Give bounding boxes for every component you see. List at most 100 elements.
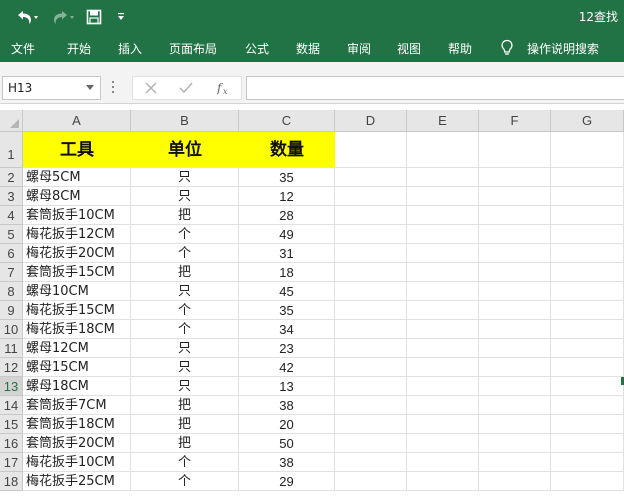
row-header-7[interactable]: 7 — [0, 263, 23, 282]
insert-function-icon[interactable]: f x — [217, 81, 231, 95]
cell-a10[interactable]: 梅花扳手18CM — [23, 320, 131, 339]
row-header-1[interactable]: 1 — [0, 132, 23, 168]
cell-g14[interactable] — [551, 396, 624, 415]
cell-c1[interactable]: 数量 — [239, 132, 335, 168]
cell-e9[interactable] — [407, 301, 479, 320]
cell-g18[interactable] — [551, 472, 624, 491]
cell-d15[interactable] — [335, 415, 407, 434]
cell-a11[interactable]: 螺母12CM — [23, 339, 131, 358]
cell-g1[interactable] — [551, 132, 624, 168]
cell-b9[interactable]: 个 — [131, 301, 239, 320]
cell-g2[interactable] — [551, 168, 624, 187]
cell-a8[interactable]: 螺母10CM — [23, 282, 131, 301]
row-header-14[interactable]: 14 — [0, 396, 23, 415]
cell-f3[interactable] — [479, 187, 551, 206]
column-header-d[interactable]: D — [335, 110, 407, 132]
cell-e6[interactable] — [407, 244, 479, 263]
row-header-18[interactable]: 18 — [0, 472, 23, 491]
cell-b18[interactable]: 个 — [131, 472, 239, 491]
cell-a17[interactable]: 梅花扳手10CM — [23, 453, 131, 472]
cell-f6[interactable] — [479, 244, 551, 263]
cell-f4[interactable] — [479, 206, 551, 225]
tab-file[interactable]: 文件 — [11, 40, 35, 57]
cell-g3[interactable] — [551, 187, 624, 206]
cell-e2[interactable] — [407, 168, 479, 187]
cell-e1[interactable] — [407, 132, 479, 168]
cell-d4[interactable] — [335, 206, 407, 225]
save-button[interactable] — [86, 6, 102, 28]
cell-a6[interactable]: 梅花扳手20CM — [23, 244, 131, 263]
cell-f17[interactable] — [479, 453, 551, 472]
cell-f2[interactable] — [479, 168, 551, 187]
cell-d5[interactable] — [335, 225, 407, 244]
cell-f13[interactable] — [479, 377, 551, 396]
cell-e8[interactable] — [407, 282, 479, 301]
cell-b4[interactable]: 把 — [131, 206, 239, 225]
cell-g8[interactable] — [551, 282, 624, 301]
column-header-a[interactable]: A — [23, 110, 131, 132]
row-header-15[interactable]: 15 — [0, 415, 23, 434]
cell-a3[interactable]: 螺母8CM — [23, 187, 131, 206]
cell-a16[interactable]: 套筒扳手20CM — [23, 434, 131, 453]
cell-g12[interactable] — [551, 358, 624, 377]
chevron-down-icon[interactable] — [86, 85, 94, 90]
row-header-16[interactable]: 16 — [0, 434, 23, 453]
cell-c17[interactable]: 38 — [239, 453, 335, 472]
cell-g15[interactable] — [551, 415, 624, 434]
cell-d8[interactable] — [335, 282, 407, 301]
row-header-6[interactable]: 6 — [0, 244, 23, 263]
cell-b11[interactable]: 只 — [131, 339, 239, 358]
cancel-icon[interactable] — [145, 82, 157, 94]
cell-a15[interactable]: 套筒扳手18CM — [23, 415, 131, 434]
cell-b13[interactable]: 只 — [131, 377, 239, 396]
cell-g5[interactable] — [551, 225, 624, 244]
cell-f8[interactable] — [479, 282, 551, 301]
cell-d9[interactable] — [335, 301, 407, 320]
column-header-c[interactable]: C — [239, 110, 335, 132]
cell-c14[interactable]: 38 — [239, 396, 335, 415]
cell-d18[interactable] — [335, 472, 407, 491]
cell-d13[interactable] — [335, 377, 407, 396]
cell-e4[interactable] — [407, 206, 479, 225]
cell-b17[interactable]: 个 — [131, 453, 239, 472]
cell-d11[interactable] — [335, 339, 407, 358]
cell-c5[interactable]: 49 — [239, 225, 335, 244]
select-all-corner[interactable] — [0, 110, 23, 132]
cell-f15[interactable] — [479, 415, 551, 434]
cell-d6[interactable] — [335, 244, 407, 263]
tab-review[interactable]: 审阅 — [347, 40, 371, 57]
cell-f14[interactable] — [479, 396, 551, 415]
tab-view[interactable]: 视图 — [397, 40, 421, 57]
name-box[interactable]: H13 — [2, 76, 101, 100]
cell-d14[interactable] — [335, 396, 407, 415]
cell-a12[interactable]: 螺母15CM — [23, 358, 131, 377]
cell-c10[interactable]: 34 — [239, 320, 335, 339]
row-header-13[interactable]: 13 — [0, 377, 23, 396]
cell-b7[interactable]: 把 — [131, 263, 239, 282]
cell-b15[interactable]: 把 — [131, 415, 239, 434]
cell-d1[interactable] — [335, 132, 407, 168]
tab-formulas[interactable]: 公式 — [245, 40, 269, 57]
cell-b5[interactable]: 个 — [131, 225, 239, 244]
cell-e16[interactable] — [407, 434, 479, 453]
cell-c9[interactable]: 35 — [239, 301, 335, 320]
cell-g7[interactable] — [551, 263, 624, 282]
row-header-3[interactable]: 3 — [0, 187, 23, 206]
cell-c13[interactable]: 13 — [239, 377, 335, 396]
cell-b10[interactable]: 个 — [131, 320, 239, 339]
cell-e12[interactable] — [407, 358, 479, 377]
cell-c6[interactable]: 31 — [239, 244, 335, 263]
formula-input[interactable] — [246, 76, 624, 100]
cell-g17[interactable] — [551, 453, 624, 472]
cell-c16[interactable]: 50 — [239, 434, 335, 453]
cell-a7[interactable]: 套筒扳手15CM — [23, 263, 131, 282]
cell-f11[interactable] — [479, 339, 551, 358]
cell-e14[interactable] — [407, 396, 479, 415]
cell-a1[interactable]: 工具 — [23, 132, 131, 168]
cell-d12[interactable] — [335, 358, 407, 377]
cell-d10[interactable] — [335, 320, 407, 339]
cell-d2[interactable] — [335, 168, 407, 187]
cell-c15[interactable]: 20 — [239, 415, 335, 434]
cell-f9[interactable] — [479, 301, 551, 320]
cell-a18[interactable]: 梅花扳手25CM — [23, 472, 131, 491]
